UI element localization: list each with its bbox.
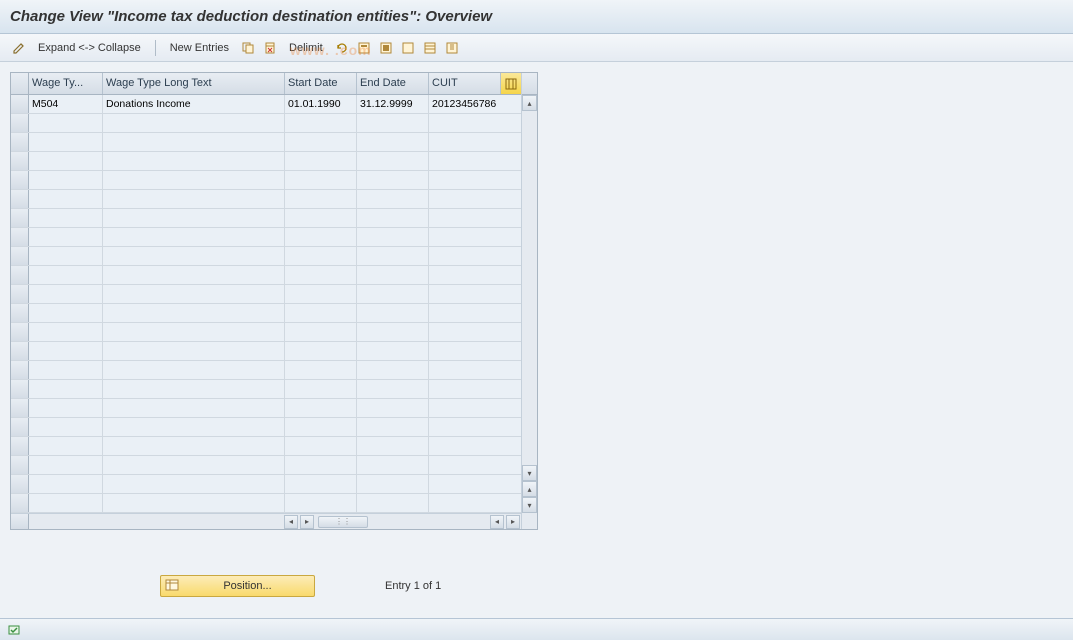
table-row [11,456,521,475]
table-row [11,475,521,494]
scroll-left-icon[interactable]: ◂ [284,515,298,529]
select-all-icon[interactable] [378,40,394,56]
row-selector[interactable] [11,380,29,398]
row-selector[interactable] [11,190,29,208]
table-settings-icon[interactable] [422,40,438,56]
cell-end-date[interactable]: 31.12.9999 [357,95,429,113]
table-header-row: Wage Ty... Wage Type Long Text Start Dat… [11,73,521,95]
cell-wage-type[interactable]: M504 [29,95,103,113]
table-body: M504 Donations Income 01.01.1990 31.12.9… [11,95,521,513]
scroll-up-icon[interactable]: ▴ [522,95,537,111]
position-button[interactable]: Position... [160,575,315,597]
position-icon [165,579,181,593]
delete-icon[interactable] [262,40,278,56]
scroll-down-icon[interactable]: ▾ [522,497,537,513]
row-selector[interactable] [11,209,29,227]
table-config-icon[interactable] [501,73,521,94]
scroll-left-icon[interactable]: ◂ [490,515,504,529]
column-cuit[interactable]: CUIT [429,73,501,94]
position-label: Position... [185,580,310,592]
row-selector[interactable] [11,114,29,132]
table-row [11,266,521,285]
row-selector[interactable] [11,304,29,322]
table-row [11,418,521,437]
row-selector[interactable] [11,494,29,512]
row-selector[interactable] [11,95,29,113]
copy-icon[interactable] [240,40,256,56]
table-row: M504 Donations Income 01.01.1990 31.12.9… [11,95,521,114]
delimit-button[interactable]: Delimit [283,38,329,58]
row-selector[interactable] [11,171,29,189]
table-row [11,399,521,418]
table-row [11,437,521,456]
content-area: Wage Ty... Wage Type Long Text Start Dat… [0,62,1073,637]
table-row [11,190,521,209]
table-row [11,247,521,266]
column-start-date[interactable]: Start Date [285,73,357,94]
row-selector[interactable] [11,475,29,493]
expand-collapse-button[interactable]: Expand <-> Collapse [32,38,147,58]
table-row [11,171,521,190]
row-selector[interactable] [11,247,29,265]
entry-count: Entry 1 of 1 [385,580,441,592]
table-row [11,304,521,323]
status-bar [0,618,1073,640]
row-selector[interactable] [11,285,29,303]
row-selector[interactable] [11,323,29,341]
table-row [11,114,521,133]
position-bar: Position... Entry 1 of 1 [160,575,1063,597]
edit-icon[interactable] [11,40,27,56]
row-selector[interactable] [11,361,29,379]
scroll-down-icon[interactable]: ▾ [522,465,537,481]
print-icon[interactable] [444,40,460,56]
row-selector[interactable] [11,228,29,246]
table-row [11,342,521,361]
scroll-right-icon[interactable]: ▸ [300,515,314,529]
scroll-up-icon[interactable]: ▴ [522,481,537,497]
row-selector[interactable] [11,399,29,417]
status-icon [8,623,22,637]
scroll-thumb[interactable]: ⋮⋮ [318,516,368,528]
column-long-text[interactable]: Wage Type Long Text [103,73,285,94]
title-bar: Change View "Income tax deduction destin… [0,0,1073,34]
row-selector[interactable] [11,266,29,284]
row-selector[interactable] [11,342,29,360]
row-selector[interactable] [11,437,29,455]
page-title: Change View "Income tax deduction destin… [10,8,492,25]
row-selector[interactable] [11,152,29,170]
table-row [11,323,521,342]
horizontal-scrollbar: ◂ ▸ ⋮⋮ ◂ ▸ [11,513,521,529]
undo-icon[interactable] [334,40,350,56]
table-row [11,361,521,380]
table-row [11,285,521,304]
column-wage-type[interactable]: Wage Ty... [29,73,103,94]
row-selector[interactable] [11,418,29,436]
application-toolbar: Expand <-> Collapse New Entries Delimit [0,34,1073,62]
cell-long-text[interactable]: Donations Income [103,95,285,113]
table-row [11,228,521,247]
table-row [11,152,521,171]
table-row [11,380,521,399]
column-end-date[interactable]: End Date [357,73,429,94]
select-all-rows[interactable] [11,73,29,94]
separator [155,40,156,56]
new-entries-button[interactable]: New Entries [164,38,235,58]
data-table: Wage Ty... Wage Type Long Text Start Dat… [10,72,538,530]
cell-start-date[interactable]: 01.01.1990 [285,95,357,113]
table-row [11,209,521,228]
deselect-all-icon[interactable] [400,40,416,56]
table-row [11,133,521,152]
scroll-track[interactable] [522,111,537,465]
cell-cuit[interactable]: 20123456786 [429,95,521,113]
row-selector[interactable] [11,456,29,474]
table-row [11,494,521,513]
row-selector[interactable] [11,133,29,151]
vertical-scrollbar: ▴ ▾ ▴ ▾ [521,73,537,529]
scroll-right-icon[interactable]: ▸ [506,515,520,529]
select-block-icon[interactable] [356,40,372,56]
